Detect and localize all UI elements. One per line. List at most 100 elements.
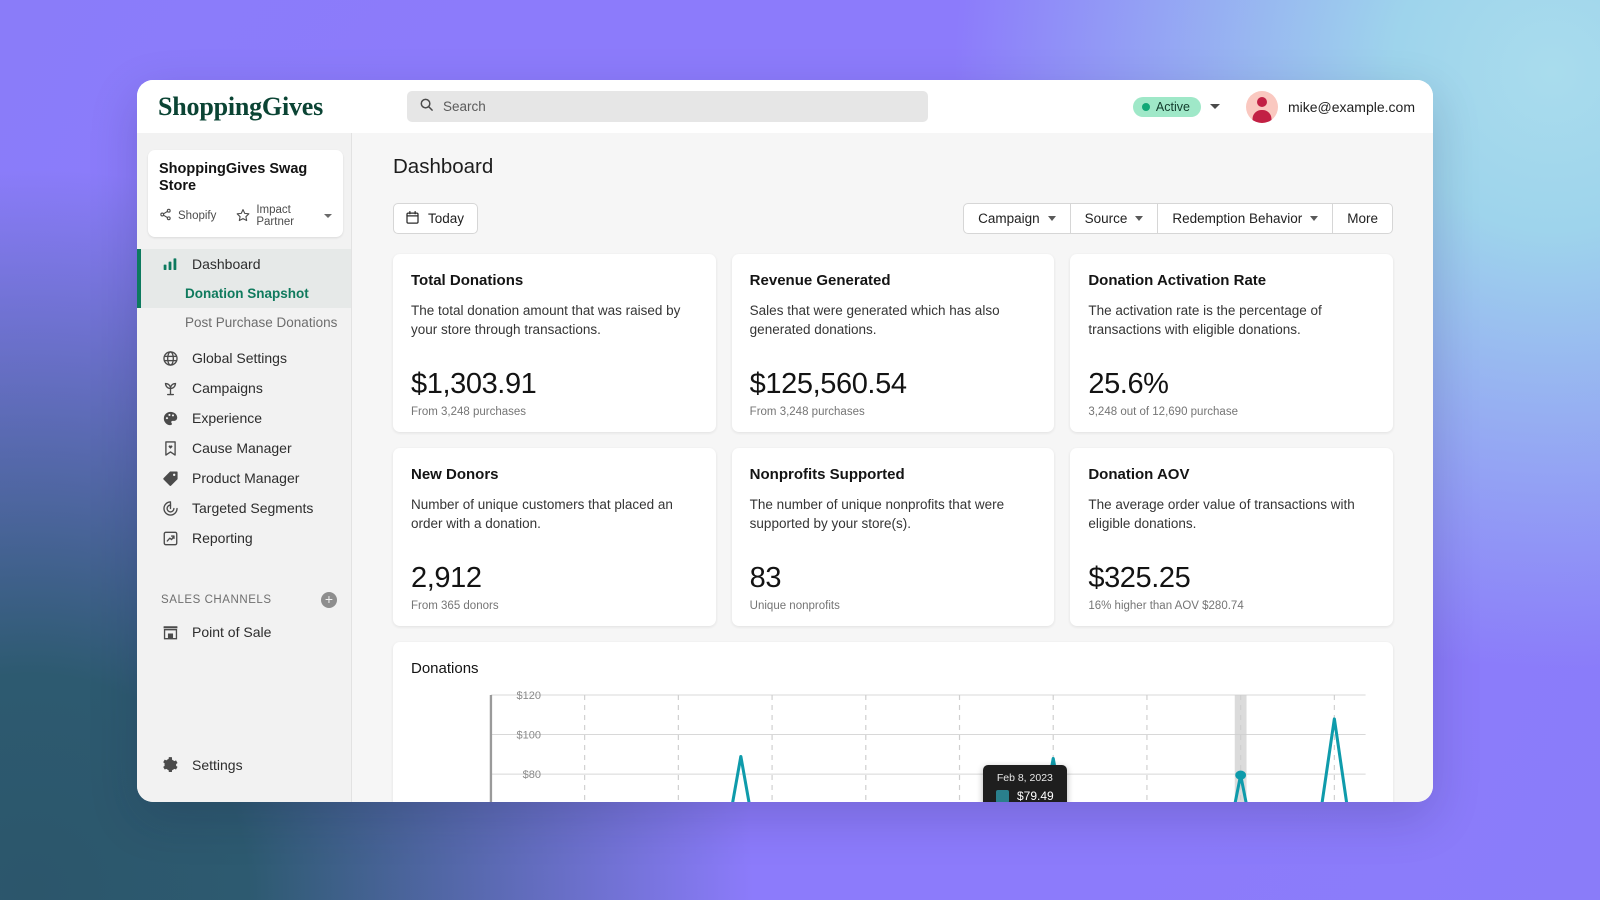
metric-description: Sales that were generated which has also… (750, 301, 1037, 339)
metric-subtext: 16% higher than AOV $280.74 (1088, 600, 1375, 612)
palette-icon (161, 409, 179, 427)
sidebar-item-label: Targeted Segments (192, 500, 313, 516)
sidebar-section-sales-channels: SALES CHANNELS + (137, 589, 351, 611)
metric-card-row: New Donors Number of unique customers th… (393, 448, 1393, 626)
toolbar: Today Campaign Source Redemption Behavio… (393, 203, 1393, 234)
globe-icon (161, 349, 179, 367)
metric-card-donation-activation-rate: Donation Activation Rate The activation … (1070, 254, 1393, 432)
metric-subtext: From 3,248 purchases (750, 406, 1037, 418)
section-title: SALES CHANNELS (161, 594, 272, 606)
sidebar-item-label: Cause Manager (192, 440, 292, 456)
date-range-button[interactable]: Today (393, 203, 478, 234)
store-partner-label: Impact Partner (256, 204, 318, 228)
metric-card-donation-aov: Donation AOV The average order value of … (1070, 448, 1393, 626)
chevron-down-icon[interactable] (1210, 104, 1220, 109)
filter-label: More (1347, 211, 1378, 226)
share-icon (159, 208, 172, 224)
target-icon (161, 499, 179, 517)
sidebar: ShoppingGives Swag Store Shopify (137, 133, 352, 802)
brand-logo[interactable]: ShoppingGives (148, 92, 400, 122)
sidebar-item-global-settings[interactable]: Global Settings (137, 343, 351, 373)
search-bar[interactable] (407, 91, 928, 122)
sidebar-item-product-manager[interactable]: Product Manager (137, 463, 351, 493)
metric-value: 25.6% (1088, 369, 1375, 401)
sidebar-subnav-donation-snapshot-wrap: Donation Snapshot (137, 279, 351, 308)
user-menu[interactable]: mike@example.com (1246, 91, 1415, 123)
sidebar-subitem-post-purchase-donations[interactable]: Post Purchase Donations (137, 308, 351, 337)
store-card[interactable]: ShoppingGives Swag Store Shopify (148, 150, 343, 237)
sidebar-item-targeted-segments[interactable]: Targeted Segments (137, 493, 351, 523)
tooltip-value-row: $79.49 (996, 789, 1054, 802)
metric-description: The number of unique nonprofits that wer… (750, 495, 1037, 533)
storefront-icon (161, 623, 179, 641)
status-label: Active (1156, 100, 1190, 114)
sidebar-item-campaigns[interactable]: Campaigns (137, 373, 351, 403)
donations-chart-card: Donations $80$100$120 Feb 8, 2023 $79.49 (393, 642, 1393, 802)
metric-description: The activation rate is the percentage of… (1088, 301, 1375, 339)
sidebar-item-cause-manager[interactable]: Cause Manager (137, 433, 351, 463)
price-tag-icon (161, 469, 179, 487)
sidebar-item-label: Point of Sale (192, 624, 271, 640)
sidebar-item-label: Dashboard (192, 256, 261, 272)
sidebar-item-dashboard[interactable]: Dashboard (137, 249, 351, 279)
avatar (1246, 91, 1278, 123)
metric-value: $125,560.54 (750, 369, 1037, 401)
calendar-icon (405, 210, 420, 228)
metric-card-total-donations: Total Donations The total donation amoun… (393, 254, 716, 432)
metric-subtext: 3,248 out of 12,690 purchase (1088, 406, 1375, 418)
donations-line-chart[interactable] (411, 683, 1375, 802)
sidebar-item-label: Reporting (192, 530, 253, 546)
chevron-down-icon[interactable] (324, 214, 332, 218)
sidebar-item-point-of-sale[interactable]: Point of Sale (137, 617, 351, 647)
metric-subtext: Unique nonprofits (750, 600, 1037, 612)
sidebar-item-experience[interactable]: Experience (137, 403, 351, 433)
chart-tooltip: Feb 8, 2023 $79.49 (983, 765, 1067, 802)
metric-title: Donation AOV (1088, 466, 1375, 483)
sidebar-item-label: Campaigns (192, 380, 263, 396)
store-meta: Shopify Impact Partner (159, 204, 332, 228)
search-input[interactable] (443, 99, 916, 114)
sidebar-subitem-label: Donation Snapshot (185, 286, 309, 301)
metric-subtext: From 365 donors (411, 600, 698, 612)
sidebar-item-label: Product Manager (192, 470, 299, 486)
metric-description: Number of unique customers that placed a… (411, 495, 698, 533)
sidebar-subnav-post-purchase-wrap: Post Purchase Donations (137, 308, 351, 337)
metric-value: 83 (750, 563, 1037, 595)
sidebar-item-label: Experience (192, 410, 262, 426)
metric-card-row: Total Donations The total donation amoun… (393, 254, 1393, 432)
filter-redemption-behavior[interactable]: Redemption Behavior (1158, 204, 1333, 233)
date-range-label: Today (428, 211, 464, 226)
sidebar-item-settings[interactable]: Settings (137, 750, 351, 780)
chart-plot-area[interactable]: $80$100$120 Feb 8, 2023 $79.49 (411, 683, 1375, 802)
metric-description: The average order value of transactions … (1088, 495, 1375, 533)
metric-value: $1,303.91 (411, 369, 698, 401)
plus-circle-icon[interactable]: + (321, 592, 337, 608)
metric-value: $325.25 (1088, 563, 1375, 595)
store-partner[interactable]: Impact Partner (236, 204, 332, 228)
page-title: Dashboard (393, 155, 1393, 179)
metric-card-nonprofits-supported: Nonprofits Supported The number of uniqu… (732, 448, 1055, 626)
sidebar-item-label: Global Settings (192, 350, 287, 366)
metric-title: Nonprofits Supported (750, 466, 1037, 483)
sidebar-item-reporting[interactable]: Reporting (137, 523, 351, 553)
sidebar-footer: Settings (137, 750, 351, 802)
status-dot-icon (1142, 103, 1150, 111)
metric-card-new-donors: New Donors Number of unique customers th… (393, 448, 716, 626)
status-dropdown[interactable]: Active (1133, 97, 1220, 117)
metric-title: Revenue Generated (750, 272, 1037, 289)
topbar-right: Active mike@example.com (1133, 91, 1415, 123)
metric-card-revenue-generated: Revenue Generated Sales that were genera… (732, 254, 1055, 432)
tooltip-value: $79.49 (1017, 789, 1054, 802)
sidebar-subitem-donation-snapshot[interactable]: Donation Snapshot (137, 279, 351, 308)
status-badge: Active (1133, 97, 1201, 117)
star-icon (236, 208, 250, 225)
filter-campaign[interactable]: Campaign (964, 204, 1071, 233)
bar-chart-icon (161, 255, 179, 273)
chart-title: Donations (411, 660, 1375, 677)
report-trend-icon (161, 529, 179, 547)
filter-label: Campaign (978, 211, 1040, 226)
filter-more[interactable]: More (1333, 204, 1392, 233)
filter-source[interactable]: Source (1071, 204, 1159, 233)
tooltip-date: Feb 8, 2023 (996, 772, 1054, 784)
sidebar-nav: Dashboard Donation Snapshot Post Purchas… (137, 247, 351, 647)
